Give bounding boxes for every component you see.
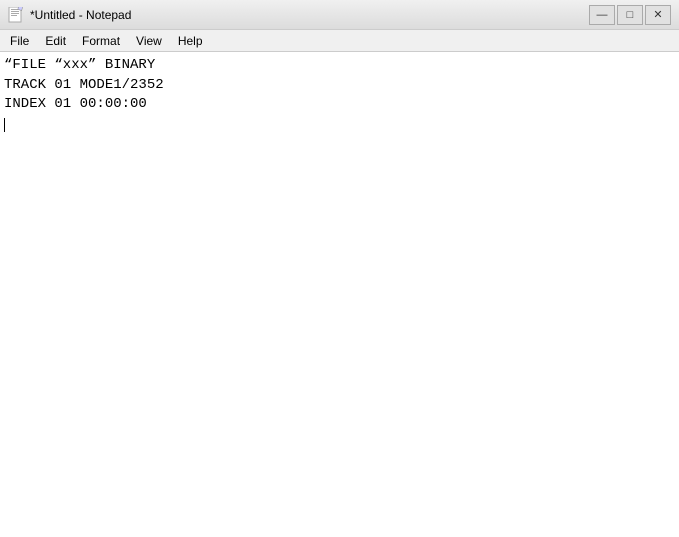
menu-file[interactable]: File <box>2 30 37 51</box>
editor-content[interactable]: “FILE “xxx” BINARY TRACK 01 MODE1/2352 I… <box>4 56 675 134</box>
menu-help[interactable]: Help <box>170 30 211 51</box>
window-title: *Untitled - Notepad <box>30 8 589 22</box>
menu-format[interactable]: Format <box>74 30 128 51</box>
editor-area[interactable]: “FILE “xxx” BINARY TRACK 01 MODE1/2352 I… <box>0 52 679 537</box>
title-bar: *Untitled - Notepad — □ ✕ <box>0 0 679 30</box>
menu-bar: File Edit Format View Help <box>0 30 679 52</box>
maximize-button[interactable]: □ <box>617 5 643 25</box>
minimize-button[interactable]: — <box>589 5 615 25</box>
menu-view[interactable]: View <box>128 30 170 51</box>
close-button[interactable]: ✕ <box>645 5 671 25</box>
app-icon <box>8 7 24 23</box>
menu-edit[interactable]: Edit <box>37 30 74 51</box>
title-bar-buttons: — □ ✕ <box>589 5 671 25</box>
